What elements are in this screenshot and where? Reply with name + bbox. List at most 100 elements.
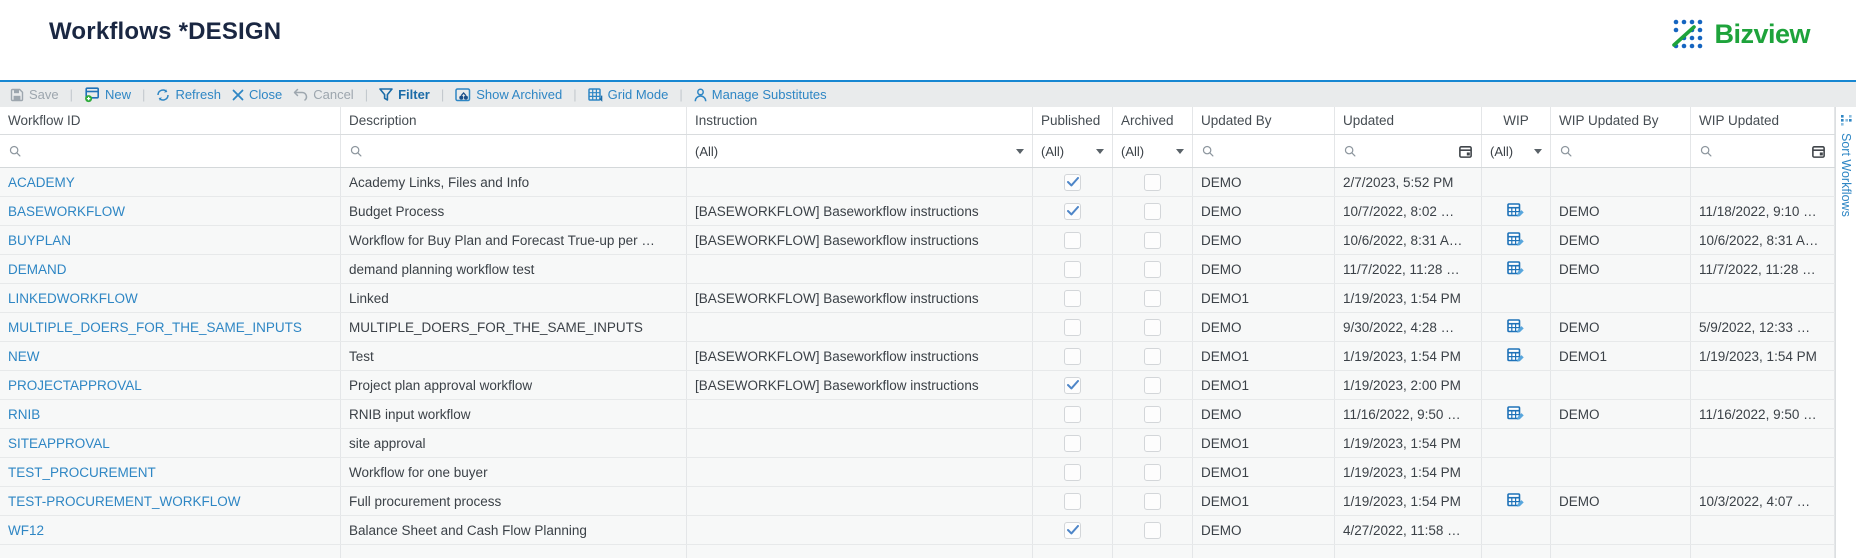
published-checkbox[interactable] bbox=[1064, 434, 1081, 452]
filter-button[interactable]: Filter bbox=[379, 87, 430, 102]
wip-icon[interactable] bbox=[1507, 260, 1525, 278]
filter-updated[interactable] bbox=[1335, 135, 1482, 167]
col-header-updated-by[interactable]: Updated By bbox=[1193, 107, 1335, 134]
published-checkbox[interactable] bbox=[1064, 463, 1081, 481]
wip-updated-filter-input[interactable] bbox=[1719, 143, 1805, 159]
save-button[interactable]: Save bbox=[10, 87, 59, 102]
published-checkbox[interactable] bbox=[1064, 289, 1081, 307]
archived-checkbox[interactable] bbox=[1144, 405, 1161, 423]
filter-wip-updated[interactable] bbox=[1691, 135, 1835, 167]
published-checkbox[interactable] bbox=[1064, 492, 1081, 510]
table-row[interactable]: MULTIPLE_DOERS_FOR_THE_SAME_INPUTS MULTI… bbox=[0, 313, 1835, 342]
description-cell: Budget Process bbox=[341, 197, 687, 225]
workflow-id-link[interactable]: TEST-PROCUREMENT_WORKFLOW bbox=[8, 494, 241, 509]
published-checkbox[interactable] bbox=[1064, 173, 1081, 191]
workflow-id-link[interactable]: LINKEDWORKFLOW bbox=[8, 291, 138, 306]
col-header-archived[interactable]: Archived bbox=[1113, 107, 1193, 134]
new-button[interactable]: New bbox=[84, 86, 131, 103]
published-checkbox[interactable] bbox=[1064, 260, 1081, 278]
workflow-id-link[interactable]: MULTIPLE_DOERS_FOR_THE_SAME_INPUTS bbox=[8, 320, 302, 335]
published-checkbox[interactable] bbox=[1064, 521, 1081, 539]
table-row[interactable]: LINKEDWORKFLOW Linked [BASEWORKFLOW] Bas… bbox=[0, 284, 1835, 313]
wip-updated-by-filter-input[interactable] bbox=[1579, 143, 1682, 159]
calendar-icon[interactable] bbox=[1458, 144, 1473, 159]
col-header-published[interactable]: Published bbox=[1033, 107, 1113, 134]
workflow-id-filter-input[interactable] bbox=[28, 143, 332, 159]
filter-archived-select[interactable]: (All) bbox=[1113, 135, 1193, 167]
description-filter-input[interactable] bbox=[369, 143, 678, 159]
col-header-updated[interactable]: Updated bbox=[1335, 107, 1482, 134]
workflow-id-link[interactable]: TEST_PROCUREMENT bbox=[8, 465, 156, 480]
workflow-id-link[interactable]: BASEWORKFLOW bbox=[8, 204, 125, 219]
manage-substitutes-button[interactable]: Manage Substitutes bbox=[694, 87, 827, 102]
workflow-id-link[interactable]: WF12 bbox=[8, 523, 44, 538]
filter-published-select[interactable]: (All) bbox=[1033, 135, 1113, 167]
workflow-id-link[interactable]: DEMAND bbox=[8, 262, 67, 277]
sort-workflows-tab[interactable]: Sort Workflows bbox=[1835, 107, 1856, 558]
table-row[interactable]: TEST_PROCUREMENT Workflow for one buyer … bbox=[0, 458, 1835, 487]
published-checkbox[interactable] bbox=[1064, 376, 1081, 394]
filter-workflow-id[interactable] bbox=[0, 135, 341, 167]
wip-icon[interactable] bbox=[1507, 231, 1525, 249]
archived-checkbox[interactable] bbox=[1144, 376, 1161, 394]
published-checkbox[interactable] bbox=[1064, 405, 1081, 423]
workflow-id-link[interactable]: RNIB bbox=[8, 407, 40, 422]
table-row[interactable]: SITEAPPROVAL site approval DEMO1 1/19/20… bbox=[0, 429, 1835, 458]
workflows-grid: Workflow ID Description Instruction Publ… bbox=[0, 107, 1835, 558]
published-checkbox[interactable] bbox=[1064, 347, 1081, 365]
cancel-button[interactable]: Cancel bbox=[293, 87, 354, 102]
col-header-wip[interactable]: WIP bbox=[1482, 107, 1551, 134]
workflow-id-link[interactable]: PROJECTAPPROVAL bbox=[8, 378, 142, 393]
table-row[interactable]: PROJECTAPPROVAL Project plan approval wo… bbox=[0, 371, 1835, 400]
archived-checkbox[interactable] bbox=[1144, 434, 1161, 452]
wip-icon[interactable] bbox=[1507, 492, 1525, 510]
wip-icon[interactable] bbox=[1507, 202, 1525, 220]
filter-wip-select[interactable]: (All) bbox=[1482, 135, 1551, 167]
archived-checkbox[interactable] bbox=[1144, 492, 1161, 510]
filter-instruction-select[interactable]: (All) bbox=[687, 135, 1033, 167]
filter-wip-updated-by[interactable] bbox=[1551, 135, 1691, 167]
wip-icon[interactable] bbox=[1507, 318, 1525, 336]
wip-icon[interactable] bbox=[1507, 347, 1525, 365]
published-checkbox[interactable] bbox=[1064, 231, 1081, 249]
archived-checkbox[interactable] bbox=[1144, 173, 1161, 191]
archived-checkbox[interactable] bbox=[1144, 318, 1161, 336]
workflow-id-link[interactable]: ACADEMY bbox=[8, 175, 75, 190]
updated-by-cell: DEMO1 bbox=[1193, 487, 1335, 515]
filter-description[interactable] bbox=[341, 135, 687, 167]
calendar-icon[interactable] bbox=[1811, 144, 1826, 159]
published-checkbox[interactable] bbox=[1064, 202, 1081, 220]
archived-checkbox[interactable] bbox=[1144, 463, 1161, 481]
archived-checkbox[interactable] bbox=[1144, 347, 1161, 365]
published-checkbox[interactable] bbox=[1064, 318, 1081, 336]
workflow-id-link[interactable]: BUYPLAN bbox=[8, 233, 71, 248]
col-header-wip-updated[interactable]: WIP Updated bbox=[1691, 107, 1835, 134]
table-row[interactable]: TEST-PROCUREMENT_WORKFLOW Full procureme… bbox=[0, 487, 1835, 516]
archived-checkbox[interactable] bbox=[1144, 231, 1161, 249]
wip-icon[interactable] bbox=[1507, 405, 1525, 423]
close-button[interactable]: Close bbox=[232, 87, 282, 102]
updated-filter-input[interactable] bbox=[1363, 143, 1452, 159]
table-row[interactable]: DEMAND demand planning workflow test DEM… bbox=[0, 255, 1835, 284]
workflow-id-link[interactable]: NEW bbox=[8, 349, 40, 364]
col-header-wip-updated-by[interactable]: WIP Updated By bbox=[1551, 107, 1691, 134]
refresh-button[interactable]: Refresh bbox=[156, 87, 221, 102]
table-row[interactable]: BASEWORKFLOW Budget Process [BASEWORKFLO… bbox=[0, 197, 1835, 226]
archived-checkbox[interactable] bbox=[1144, 521, 1161, 539]
archived-checkbox[interactable] bbox=[1144, 260, 1161, 278]
grid-mode-button[interactable]: Grid Mode bbox=[587, 87, 668, 102]
table-row[interactable]: ACADEMY Academy Links, Files and Info DE… bbox=[0, 168, 1835, 197]
table-row[interactable]: NEW Test [BASEWORKFLOW] Baseworkflow ins… bbox=[0, 342, 1835, 371]
table-row[interactable]: WF12 Balance Sheet and Cash Flow Plannin… bbox=[0, 516, 1835, 545]
archived-checkbox[interactable] bbox=[1144, 289, 1161, 307]
updated-by-filter-input[interactable] bbox=[1221, 143, 1326, 159]
table-row[interactable]: BUYPLAN Workflow for Buy Plan and Foreca… bbox=[0, 226, 1835, 255]
archived-checkbox[interactable] bbox=[1144, 202, 1161, 220]
workflow-id-link[interactable]: SITEAPPROVAL bbox=[8, 436, 110, 451]
col-header-workflow-id[interactable]: Workflow ID bbox=[0, 107, 341, 134]
col-header-instruction[interactable]: Instruction bbox=[687, 107, 1033, 134]
filter-updated-by[interactable] bbox=[1193, 135, 1335, 167]
col-header-description[interactable]: Description bbox=[341, 107, 687, 134]
show-archived-button[interactable]: Show Archived bbox=[455, 87, 562, 102]
table-row[interactable]: RNIB RNIB input workflow DEMO 11/16/2022… bbox=[0, 400, 1835, 429]
